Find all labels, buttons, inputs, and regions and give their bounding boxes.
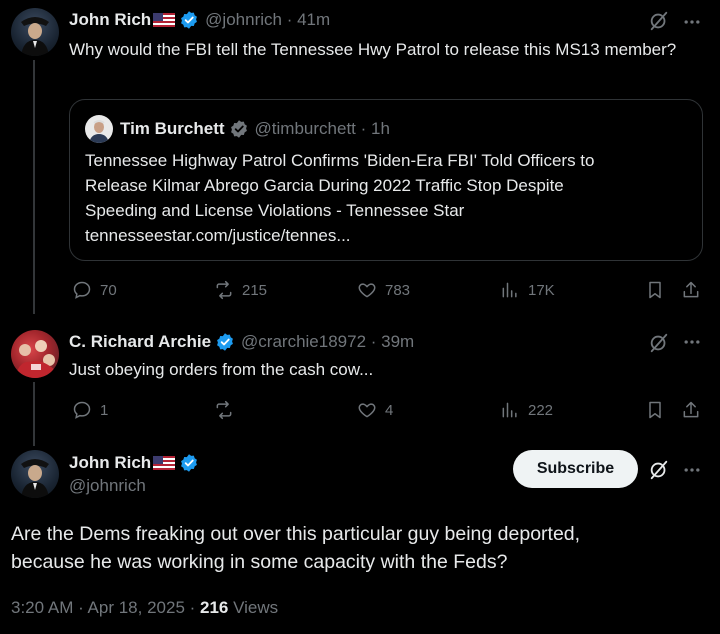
separator-dot: ·: [281, 10, 298, 29]
bookmark-icon[interactable]: [645, 280, 665, 300]
repost-button[interactable]: 215: [214, 280, 267, 300]
reply-icon: [73, 281, 91, 299]
author-handle[interactable]: @crarchie18972: [241, 332, 366, 352]
avatar[interactable]: [11, 330, 59, 378]
author-name[interactable]: John Rich: [69, 453, 151, 473]
views-button[interactable]: 17K: [500, 280, 555, 300]
tweet-text: Why would the FBI tell the Tennessee Hwy…: [69, 40, 677, 59]
us-flag-icon: [153, 13, 176, 27]
repost-count: 215: [242, 281, 268, 299]
quote-line: Release Kilmar Abrego Garcia During 2022…: [85, 176, 564, 195]
reply-icon: [73, 401, 91, 419]
quote-text: Tennessee Highway Patrol Confirms 'Biden…: [85, 148, 697, 248]
grok-icon[interactable]: [648, 332, 670, 354]
like-icon: [358, 403, 376, 418]
more-icon[interactable]: [682, 12, 702, 32]
share-icon[interactable]: [681, 400, 701, 420]
author-name[interactable]: John Rich: [69, 10, 151, 30]
views-icon: [502, 402, 517, 418]
reply-button[interactable]: 1: [72, 400, 108, 420]
views-icon: [502, 282, 517, 298]
like-button[interactable]: 4: [357, 400, 393, 420]
post-timestamp[interactable]: 3:20 AM · Apr 18, 2025 ·: [11, 598, 200, 617]
more-icon[interactable]: [682, 460, 702, 480]
author-name[interactable]: C. Richard Archie: [69, 332, 211, 352]
quote-author-handle: @timburchett: [254, 119, 356, 138]
main-text-line: because he was working in some capacity …: [11, 551, 508, 573]
quote-link[interactable]: tennesseestar.com/justice/tennes...: [85, 223, 697, 248]
tweet-header: C. Richard Archie @crarchie18972 · 39m: [69, 330, 414, 354]
verified-badge-icon: [230, 120, 247, 138]
avatar[interactable]: [11, 450, 59, 498]
quote-line: Speeding and License Violations - Tennes…: [85, 201, 465, 220]
share-icon[interactable]: [681, 280, 701, 300]
reply-button[interactable]: 70: [72, 280, 117, 300]
quote-line: Tennessee Highway Patrol Confirms 'Biden…: [85, 151, 595, 170]
separator-dot: ·: [355, 119, 372, 138]
grok-icon[interactable]: [648, 10, 670, 32]
views-count: 222: [528, 401, 554, 419]
views-count: 17K: [528, 281, 555, 299]
reply-count: 1: [100, 401, 109, 419]
tweet-text: Just obeying orders from the cash cow...: [69, 360, 374, 379]
us-flag-icon: [153, 456, 176, 470]
quote-timestamp: 1h: [371, 119, 390, 138]
thread-line: [33, 60, 35, 314]
post-views-label: Views: [228, 598, 279, 617]
repost-button[interactable]: [214, 400, 242, 420]
verified-badge-icon: [181, 11, 198, 29]
repost-icon: [216, 280, 232, 300]
avatar[interactable]: [11, 8, 59, 56]
tweet-metadata: 3:20 AM · Apr 18, 2025 · 216 Views: [11, 598, 278, 618]
subscribe-button[interactable]: Subscribe: [513, 450, 638, 488]
author-handle[interactable]: @johnrich: [205, 10, 282, 30]
bookmark-icon[interactable]: [645, 400, 665, 420]
verified-badge-icon: [217, 333, 233, 351]
reply-count: 70: [100, 281, 117, 299]
views-button[interactable]: 222: [500, 400, 553, 420]
post-views-count: 216: [200, 598, 229, 617]
quote-author-name: Tim Burchett: [120, 119, 225, 138]
like-button[interactable]: 783: [357, 280, 410, 300]
quote-header: Tim Burchett @timburchett · 1h: [120, 118, 390, 140]
like-count: 4: [385, 401, 394, 419]
grok-icon[interactable]: [648, 459, 670, 481]
verified-badge-icon: [181, 454, 198, 472]
thread-line: [33, 382, 35, 446]
repost-icon: [216, 400, 232, 420]
quoted-tweet-card[interactable]: Tim Burchett @timburchett · 1h Tennessee…: [69, 99, 703, 261]
timestamp[interactable]: 41m: [297, 10, 330, 30]
main-text-line: Are the Dems freaking out over this part…: [11, 523, 581, 545]
like-icon: [358, 283, 376, 298]
tweet-header: John Rich @johnrich · 41m: [69, 8, 330, 32]
main-tweet-text: Are the Dems freaking out over this part…: [11, 520, 711, 576]
tweet-header: John Rich: [69, 451, 199, 475]
avatar: [85, 115, 113, 143]
separator-dot: ·: [366, 332, 382, 351]
more-icon[interactable]: [682, 332, 702, 352]
like-count: 783: [385, 281, 411, 299]
timestamp[interactable]: 39m: [381, 332, 414, 352]
author-handle[interactable]: @johnrich: [69, 476, 146, 496]
